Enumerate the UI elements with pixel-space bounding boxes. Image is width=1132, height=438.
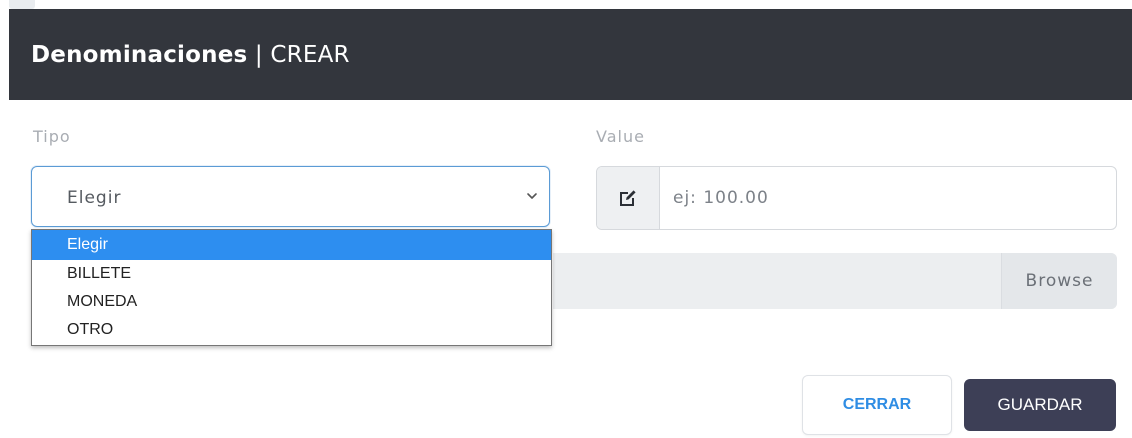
modal-title-action: CREAR — [270, 41, 350, 68]
browse-button[interactable]: Browse — [1001, 253, 1117, 309]
modal-title: Denominaciones | CREAR — [31, 42, 350, 68]
close-button[interactable]: CERRAR — [802, 375, 952, 435]
modal-header: Denominaciones | CREAR — [9, 9, 1132, 100]
chevron-down-icon — [527, 193, 537, 199]
value-input-group — [596, 166, 1117, 230]
modal-title-entity: Denominaciones — [31, 41, 248, 68]
top-strip — [0, 0, 1132, 9]
tipo-dropdown-list: Elegir BILLETE MONEDA OTRO — [31, 229, 552, 346]
value-input[interactable] — [660, 167, 1116, 229]
value-label: Value — [596, 127, 645, 146]
tipo-option-otro[interactable]: OTRO — [32, 316, 551, 344]
value-addon — [597, 167, 660, 229]
modal-title-separator: | — [247, 41, 271, 68]
tipo-label: Tipo — [33, 127, 71, 146]
edit-icon — [620, 190, 636, 206]
tipo-select[interactable]: Elegir — [31, 166, 550, 227]
scroll-nub — [9, 0, 35, 9]
file-input[interactable]: Browse — [553, 253, 1117, 309]
tipo-option-elegir[interactable]: Elegir — [32, 230, 551, 260]
save-button[interactable]: GUARDAR — [964, 379, 1116, 431]
tipo-select-value: Elegir — [67, 188, 122, 208]
tipo-option-billete[interactable]: BILLETE — [32, 260, 551, 288]
tipo-option-moneda[interactable]: MONEDA — [32, 288, 551, 316]
